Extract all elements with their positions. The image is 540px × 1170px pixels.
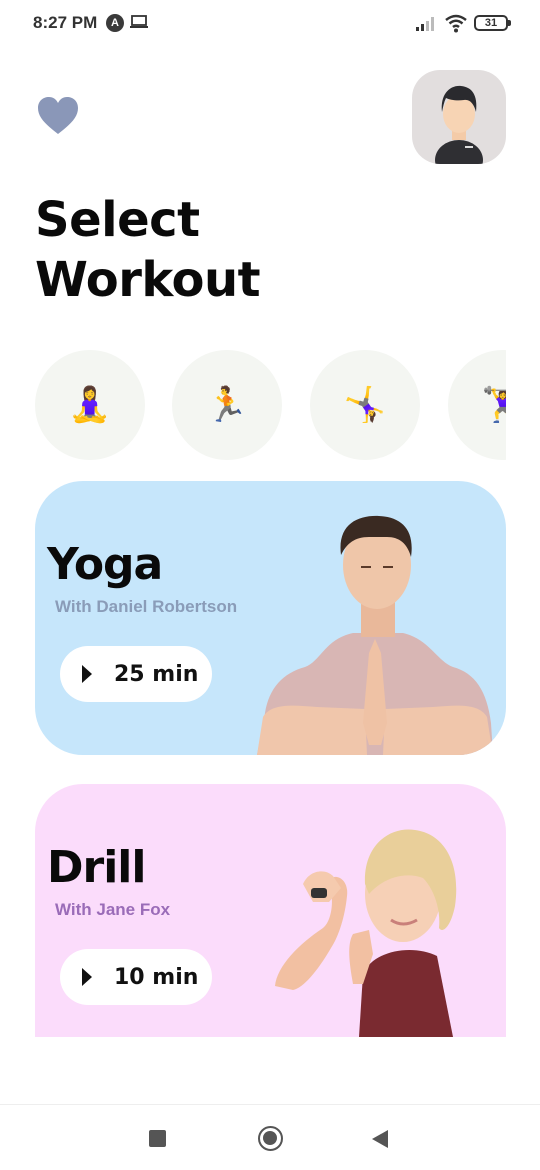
app-notification-icon: A [106,14,124,32]
heart-icon[interactable] [37,96,79,136]
category-gymnastics[interactable]: 🤸‍♀️ [310,350,420,460]
page-title-line1: Select [35,192,200,248]
circle-home-icon[interactable] [258,1126,283,1151]
weightlifting-icon: 🏋️‍♀️ [481,386,506,424]
category-meditation[interactable]: 🧘‍♀️ [35,350,145,460]
status-bar: 8:27 PM A 31 [0,0,540,48]
yoga-instructor-image [257,515,493,755]
square-icon[interactable] [149,1130,166,1147]
workout-duration: 25 min [114,661,199,687]
page-title: Select Workout [35,190,261,310]
play-icon [82,665,92,683]
workout-title: Drill [47,842,146,893]
workout-title: Yoga [47,539,163,590]
workout-card-drill[interactable]: Drill With Jane Fox 10 min [35,784,506,1037]
battery-indicator: 31 [474,15,511,31]
page-title-line2: Workout [35,252,261,308]
start-workout-button[interactable]: 25 min [60,646,212,702]
category-weightlifting[interactable]: 🏋️‍♀️ [448,350,506,460]
category-running[interactable]: 🏃 [172,350,282,460]
cartwheel-icon: 🤸‍♀️ [343,386,387,424]
laptop-icon [130,15,148,28]
user-avatar-icon[interactable] [412,70,506,164]
drill-instructor-image [275,829,457,1037]
category-carousel[interactable]: 🧘‍♀️ 🏃 🤸‍♀️ 🏋️‍♀️ [0,350,506,462]
wifi-icon [445,14,467,33]
signal-icon [416,17,434,31]
workout-instructor: With Jane Fox [55,900,171,919]
running-icon: 🏃 [205,386,249,424]
workout-card-yoga[interactable]: Yoga With Daniel Robertson 25 min [35,481,506,755]
status-time: 8:27 PM [33,13,98,32]
workout-instructor: With Daniel Robertson [55,597,238,616]
meditation-icon: 🧘‍♀️ [68,386,112,424]
triangle-back-icon[interactable] [372,1130,388,1148]
system-nav-bar [0,1104,540,1170]
start-workout-button[interactable]: 10 min [60,949,212,1005]
workout-duration: 10 min [114,964,199,990]
play-icon [82,968,92,986]
avatar-illustration [435,85,483,164]
